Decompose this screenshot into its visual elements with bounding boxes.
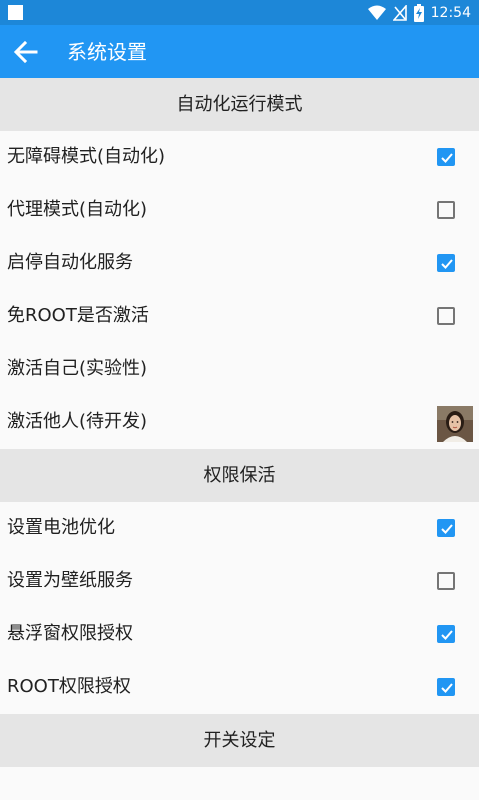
- battery-optimization-checkbox[interactable]: [437, 519, 455, 537]
- setting-label: 启停自动化服务: [7, 252, 133, 273]
- setting-root-permission[interactable]: ROOT权限授权: [0, 661, 479, 714]
- no-signal-icon: [392, 4, 407, 21]
- status-bar: 12:54: [0, 0, 479, 25]
- setting-label: 激活自己(实验性): [7, 358, 148, 379]
- setting-activate-self[interactable]: 激活自己(实验性): [0, 343, 479, 396]
- overlay-permission-checkbox[interactable]: [437, 625, 455, 643]
- setting-accessibility-mode[interactable]: 无障碍模式(自动化): [0, 131, 479, 184]
- setting-label: 悬浮窗权限授权: [7, 623, 133, 644]
- section-header-switch-settings: 开关设定: [0, 714, 479, 767]
- settings-list[interactable]: 自动化运行模式 无障碍模式(自动化) 代理模式(自动化) 启停自动化服务 免RO…: [0, 78, 479, 800]
- arrow-left-icon[interactable]: [12, 38, 40, 66]
- setting-root-free-activation[interactable]: 免ROOT是否激活: [0, 290, 479, 343]
- wallpaper-service-checkbox[interactable]: [437, 572, 455, 590]
- setting-battery-optimization[interactable]: 设置电池优化: [0, 502, 479, 555]
- avatar: [437, 406, 473, 442]
- page-title: 系统设置: [67, 40, 147, 64]
- wifi-icon: [367, 5, 386, 21]
- setting-label: ROOT权限授权: [7, 676, 131, 697]
- proxy-mode-checkbox[interactable]: [437, 201, 455, 219]
- app-bar: 系统设置: [0, 25, 479, 78]
- root-free-activation-checkbox[interactable]: [437, 307, 455, 325]
- automation-service-checkbox[interactable]: [437, 254, 455, 272]
- setting-label: 免ROOT是否激活: [7, 305, 149, 326]
- section-header-automation-mode: 自动化运行模式: [0, 78, 479, 131]
- battery-charging-icon: [413, 3, 424, 22]
- setting-label: 设置为壁纸服务: [7, 570, 133, 591]
- setting-label: 无障碍模式(自动化): [7, 146, 166, 167]
- setting-label: 设置电池优化: [7, 517, 115, 538]
- setting-wallpaper-service[interactable]: 设置为壁纸服务: [0, 555, 479, 608]
- status-icons: 12:54: [367, 3, 471, 22]
- status-time: 12:54: [430, 4, 471, 21]
- setting-label: 代理模式(自动化): [7, 199, 148, 220]
- root-permission-checkbox[interactable]: [437, 678, 455, 696]
- section-header-permission-keepalive: 权限保活: [0, 449, 479, 502]
- accessibility-mode-checkbox[interactable]: [437, 148, 455, 166]
- setting-overlay-permission[interactable]: 悬浮窗权限授权: [0, 608, 479, 661]
- setting-automation-service[interactable]: 启停自动化服务: [0, 237, 479, 290]
- setting-label: 激活他人(待开发): [7, 411, 148, 432]
- setting-activate-others[interactable]: 激活他人(待开发): [0, 396, 479, 449]
- notification-square-icon: [8, 5, 23, 20]
- setting-proxy-mode[interactable]: 代理模式(自动化): [0, 184, 479, 237]
